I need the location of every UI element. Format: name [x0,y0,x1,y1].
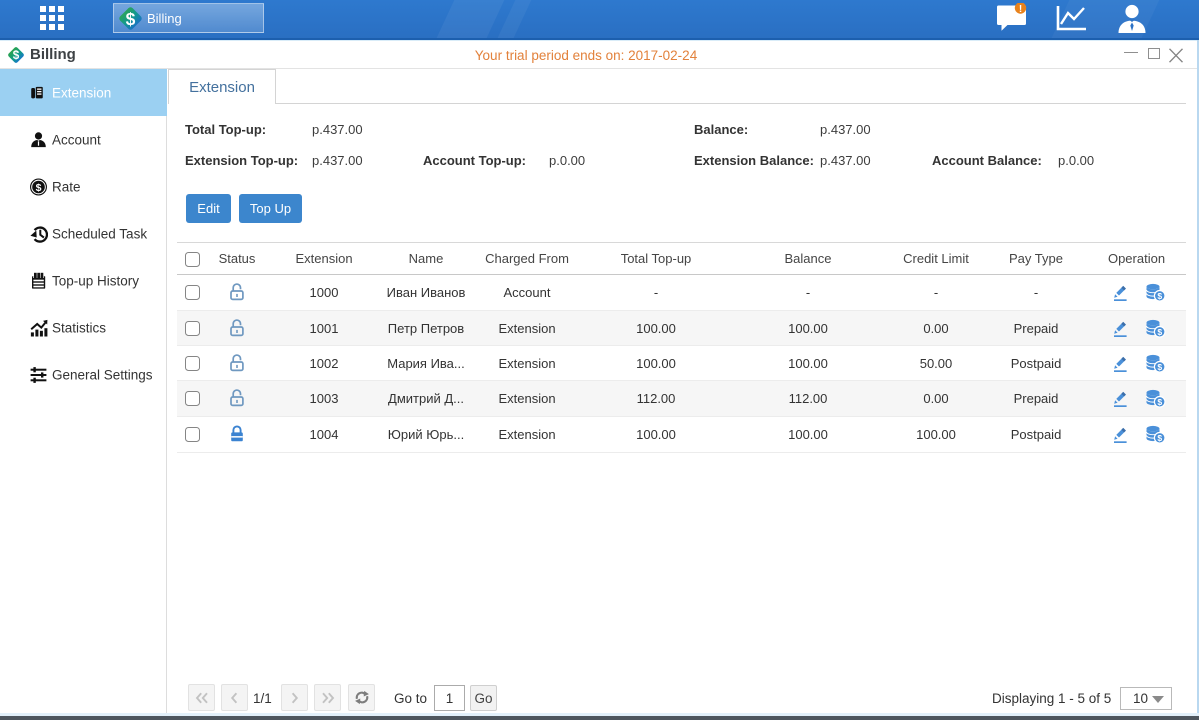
svg-text:$: $ [1157,327,1162,337]
svg-text:$: $ [1157,291,1162,301]
svg-text:$: $ [1157,397,1162,407]
svg-text:$: $ [36,181,42,193]
svg-text:$: $ [126,8,136,28]
svg-text:$: $ [1157,433,1162,443]
svg-text:!: ! [1019,4,1022,15]
svg-text:$: $ [1157,362,1162,372]
svg-text:$: $ [13,49,20,62]
